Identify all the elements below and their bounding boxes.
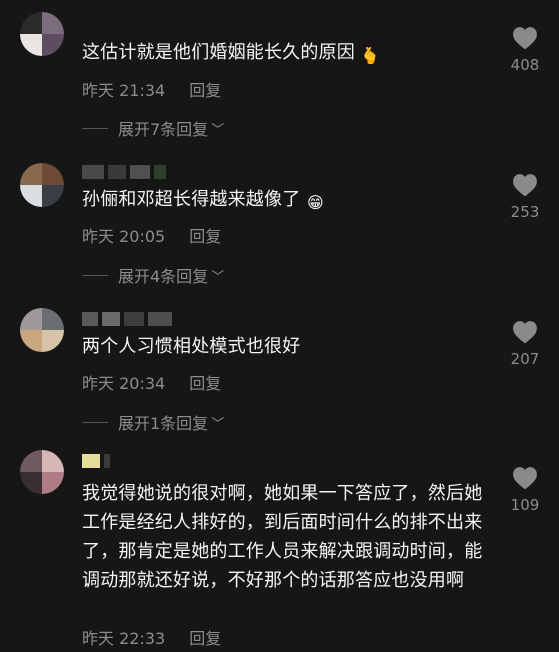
username-blurred[interactable] xyxy=(82,164,166,180)
username-block xyxy=(154,165,166,179)
divider-line xyxy=(82,274,108,276)
heart-icon xyxy=(513,467,537,490)
comment-text-body: 这估计就是他们婚姻能长久的原因 xyxy=(82,42,355,63)
avatar-pixel xyxy=(20,308,42,330)
comment-time: 昨天 20:34 xyxy=(82,374,166,393)
comment-time: 昨天 20:05 xyxy=(82,227,166,246)
heart-icon xyxy=(513,321,537,344)
expand-replies-button[interactable]: 展开1条回复 ﹀ xyxy=(82,410,224,434)
heart-icon xyxy=(513,27,537,50)
expand-replies-label: 展开4条回复 xyxy=(118,267,209,286)
comment-text-body: 我觉得她说的很对啊，她如果一下答应了，然后她工作是经纪人排好的，到后面时间什么的… xyxy=(82,483,483,591)
like-count: 207 xyxy=(510,350,540,368)
avatar[interactable] xyxy=(20,308,64,352)
username-block xyxy=(148,312,172,326)
heart-icon xyxy=(513,174,537,197)
avatar[interactable] xyxy=(20,163,64,207)
username-block xyxy=(104,454,110,468)
like-count: 408 xyxy=(510,56,540,74)
avatar-pixel xyxy=(20,185,42,207)
username-block xyxy=(82,165,104,179)
comment-meta: 昨天 20:05 回复 xyxy=(82,223,221,247)
username-block xyxy=(102,312,120,326)
divider-line xyxy=(82,421,108,423)
grinning-emoji: 😁 xyxy=(306,193,324,212)
reply-button[interactable]: 回复 xyxy=(189,223,221,247)
comment-text: 这估计就是他们婚姻能长久的原因 🫰 xyxy=(82,38,492,67)
reply-button[interactable]: 回复 xyxy=(189,625,221,649)
avatar-pixel xyxy=(42,12,64,34)
avatar-pixel xyxy=(42,330,64,352)
avatar-pixel xyxy=(42,34,64,56)
username-blurred[interactable] xyxy=(82,311,172,327)
chevron-down-icon: ﹀ xyxy=(211,416,225,432)
username-block xyxy=(124,312,144,326)
comment-meta: 昨天 21:34 回复 xyxy=(82,77,221,101)
avatar-pixel xyxy=(42,163,64,185)
comment-time: 昨天 21:34 xyxy=(82,81,166,100)
finger-heart-emoji: 🫰 xyxy=(359,46,381,65)
divider-line xyxy=(82,127,108,129)
avatar-pixel xyxy=(20,12,42,34)
expand-replies-button[interactable]: 展开7条回复 ﹀ xyxy=(82,116,224,140)
expand-replies-label: 展开7条回复 xyxy=(118,120,209,139)
avatar-pixel xyxy=(20,450,42,472)
chevron-down-icon: ﹀ xyxy=(211,269,225,285)
reply-button[interactable]: 回复 xyxy=(189,77,221,101)
comment-time: 昨天 22:33 xyxy=(82,629,166,648)
comment-text: 孙俪和邓超长得越来越像了 😁 xyxy=(82,185,492,214)
like-count: 253 xyxy=(510,203,540,221)
comment-text-body: 两个人习惯相处模式也很好 xyxy=(82,336,301,357)
comment-text-body: 孙俪和邓超长得越来越像了 xyxy=(82,189,301,210)
expand-replies-button[interactable]: 展开4条回复 ﹀ xyxy=(82,263,224,287)
avatar-pixel xyxy=(20,34,42,56)
avatar-pixel xyxy=(20,472,42,494)
username-block xyxy=(82,454,100,468)
comment-meta: 昨天 22:33 回复 xyxy=(82,625,221,649)
username-blurred[interactable] xyxy=(82,453,110,469)
avatar-pixel xyxy=(20,330,42,352)
username-block xyxy=(130,165,150,179)
like-button[interactable]: 253 xyxy=(505,173,545,221)
avatar-pixel xyxy=(42,308,64,330)
reply-button[interactable]: 回复 xyxy=(189,370,221,394)
comment-meta: 昨天 20:34 回复 xyxy=(82,370,221,394)
comment-text: 两个人习惯相处模式也很好 xyxy=(82,332,492,361)
like-count: 109 xyxy=(510,496,540,514)
avatar-pixel xyxy=(20,163,42,185)
like-button[interactable]: 109 xyxy=(505,466,545,514)
like-button[interactable]: 408 xyxy=(505,26,545,74)
chevron-down-icon: ﹀ xyxy=(211,122,225,138)
username-block xyxy=(108,165,126,179)
expand-replies-label: 展开1条回复 xyxy=(118,414,209,433)
avatar[interactable] xyxy=(20,12,64,56)
avatar[interactable] xyxy=(20,450,64,494)
like-button[interactable]: 207 xyxy=(505,320,545,368)
username-block xyxy=(82,312,98,326)
avatar-pixel xyxy=(42,450,64,472)
comment-text: 我觉得她说的很对啊，她如果一下答应了，然后她工作是经纪人排好的，到后面时间什么的… xyxy=(82,479,492,595)
avatar-pixel xyxy=(42,185,64,207)
avatar-pixel xyxy=(42,472,64,494)
